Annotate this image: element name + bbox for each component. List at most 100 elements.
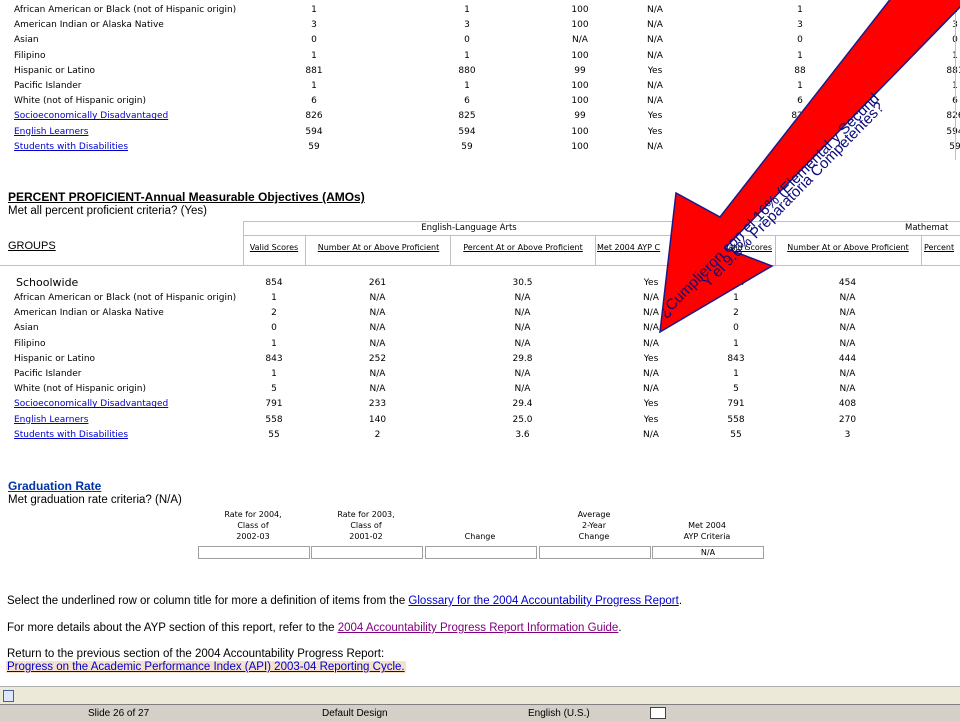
table-row: Filipino11100N/A11	[0, 49, 960, 64]
cell-value: N/A	[839, 308, 856, 319]
cell-value: Yes	[647, 111, 663, 122]
col-header-percent-proficient-ela[interactable]: Percent At or Above Proficient	[452, 243, 594, 252]
cell-value: N/A	[643, 338, 659, 349]
cell-value: 1	[797, 50, 803, 61]
cell-value: 59	[308, 141, 320, 152]
guide-link[interactable]: 2004 Accountability Progress Report Info…	[338, 622, 619, 634]
graduation-value-box: N/A	[652, 546, 764, 559]
graduation-col-header[interactable]: 2002-03	[198, 532, 308, 543]
col-header-percent-math[interactable]: Percent	[924, 243, 960, 252]
col-header-valid-scores-ela[interactable]: Valid Scores	[244, 243, 304, 252]
graduation-col-header[interactable]: 2-Year	[539, 521, 649, 532]
cell-value: N/A	[839, 338, 856, 349]
group-label[interactable]: English Learners	[14, 413, 88, 428]
cell-value: 0	[797, 35, 803, 46]
math-header: Mathemat	[905, 223, 949, 233]
api-progress-link[interactable]: Progress on the Academic Performance Ind…	[7, 661, 405, 673]
group-label[interactable]: Students with Disabilities	[14, 428, 128, 443]
groups-header[interactable]: GROUPS	[8, 240, 56, 252]
cell-value: Yes	[643, 399, 659, 410]
graduation-col-header[interactable]: 2001-02	[311, 532, 421, 543]
cell-value: 0	[311, 35, 317, 46]
cell-value: 140	[368, 414, 387, 425]
col-header-number-proficient-math[interactable]: Number At or Above Proficient	[777, 243, 919, 252]
amo-schoolwide-row: 854 261 30.5 Yes 854 454	[0, 276, 960, 291]
cell-value: N/A	[369, 308, 386, 319]
graduation-col-header[interactable]: Average	[539, 510, 649, 521]
cell-value: 1	[733, 293, 739, 303]
cell-value: 880	[458, 65, 476, 76]
cell-value: 5	[733, 384, 739, 395]
col-header-number-proficient-ela[interactable]: Number At or Above Proficient	[307, 243, 450, 252]
col-header-valid-scores-math[interactable]: Valid Scores	[714, 243, 772, 252]
cell-value: 5	[271, 384, 277, 395]
table-row: Pacific Islander 1 N/A N/A N/A 1 N/A	[0, 367, 960, 382]
cell-value: N/A	[643, 293, 659, 303]
cell-value: 1	[733, 338, 739, 349]
graduation-col-header[interactable]: Rate for 2004,	[198, 510, 308, 521]
amo-subtitle: Met all percent proficient criteria? (Ye…	[8, 205, 207, 217]
table-row: American Indian or Alaska Native 3 3 100 N/A…	[0, 18, 960, 33]
cell-value: 55	[268, 429, 280, 440]
group-label: White (not of Hispanic origin)	[14, 384, 147, 395]
cell-value: N/A	[514, 384, 531, 395]
graduation-title[interactable]: Graduation Rate	[8, 479, 101, 493]
col-header-met-ayp-ela[interactable]: Met 2004 AYP C	[597, 243, 677, 252]
group-label[interactable]: Socioeconomically Disadvantaged	[14, 397, 168, 412]
cell-value: 558	[727, 414, 745, 425]
amo-table: African American or Black (not of Hispan…	[0, 291, 960, 443]
table-row: Hispanic or Latino88188099Yes88881	[0, 64, 960, 79]
cell-value: 1	[464, 81, 470, 91]
graduation-col-header[interactable]: Change	[539, 532, 649, 543]
graduation-col-header[interactable]: Rate for 2003,	[311, 510, 421, 521]
cell-value: 2	[271, 308, 277, 319]
graduation-table: Rate for 2004, Class of 2002-03 Rate for 20…	[0, 510, 960, 562]
group-label[interactable]: Students with Disabilities	[14, 140, 128, 155]
amo-title[interactable]: PERCENT PROFICIENT-Annual Measurable Obj…	[8, 190, 365, 204]
glossary-line-suffix: .	[678, 595, 683, 607]
toolbar-icon[interactable]	[3, 690, 14, 702]
cell-value: N/A	[514, 369, 531, 379]
cell-value: 594	[791, 126, 809, 137]
cell-value: 558	[265, 414, 283, 425]
col-divider	[450, 236, 451, 266]
group-label[interactable]: English Learners	[14, 125, 88, 140]
graduation-col-header[interactable]: Class of	[198, 521, 308, 532]
cell-value: 408	[838, 399, 857, 410]
group-label: American Indian or Alaska Native	[14, 308, 164, 319]
cell-value: 0	[464, 35, 470, 46]
cell-value: 1	[271, 338, 277, 349]
cell-value: N/A	[647, 35, 663, 46]
graduation-col-header[interactable]: Met 2004	[652, 521, 762, 532]
cell-value: 59	[794, 141, 806, 152]
cell-value: 100	[571, 5, 589, 15]
table-row: White (not of Hispanic origin) 5 N/A N/A N/A…	[0, 382, 960, 397]
glossary-line: Select the underlined row or column titl…	[7, 595, 682, 607]
cell-value: 1	[311, 5, 317, 15]
cell-value: 1	[271, 369, 277, 379]
cell-value: 1	[464, 5, 470, 15]
table-row: Filipino 1 N/A N/A N/A 1 N/A	[0, 337, 960, 352]
group-label: Hispanic or Latino	[14, 353, 96, 364]
cell-value: 791	[265, 399, 283, 410]
graduation-col-header[interactable]: AYP Criteria	[652, 532, 762, 543]
cell-value: 843	[265, 353, 283, 364]
cell-value: 881	[305, 65, 323, 76]
cell-value: N/A	[839, 369, 856, 379]
table-row: Hispanic or Latino 843 252 29.8 Yes 843 444	[0, 352, 960, 367]
guide-line: For more details about the AYP section o…	[7, 622, 622, 634]
cell-value: N/A	[647, 81, 663, 91]
cell-value: 233	[368, 399, 387, 410]
graduation-col-header[interactable]: Change	[425, 532, 535, 543]
cell-value: 791	[727, 399, 745, 410]
api-link-wrap: Progress on the Academic Performance Ind…	[6, 661, 406, 673]
cell-value: 100	[571, 20, 589, 31]
graduation-col-header[interactable]: Class of	[311, 521, 421, 532]
group-label[interactable]: Socioeconomically Disadvantaged	[14, 109, 168, 124]
table-row: English Learners594594100Yes594594	[0, 125, 960, 140]
cell-value: 825	[458, 111, 476, 122]
glossary-link[interactable]: Glossary for the 2004 Accountability Pro…	[408, 595, 678, 607]
cell-value: N/A	[643, 323, 659, 334]
cell-value: 594	[305, 126, 323, 137]
cell-value: N/A	[369, 338, 386, 349]
